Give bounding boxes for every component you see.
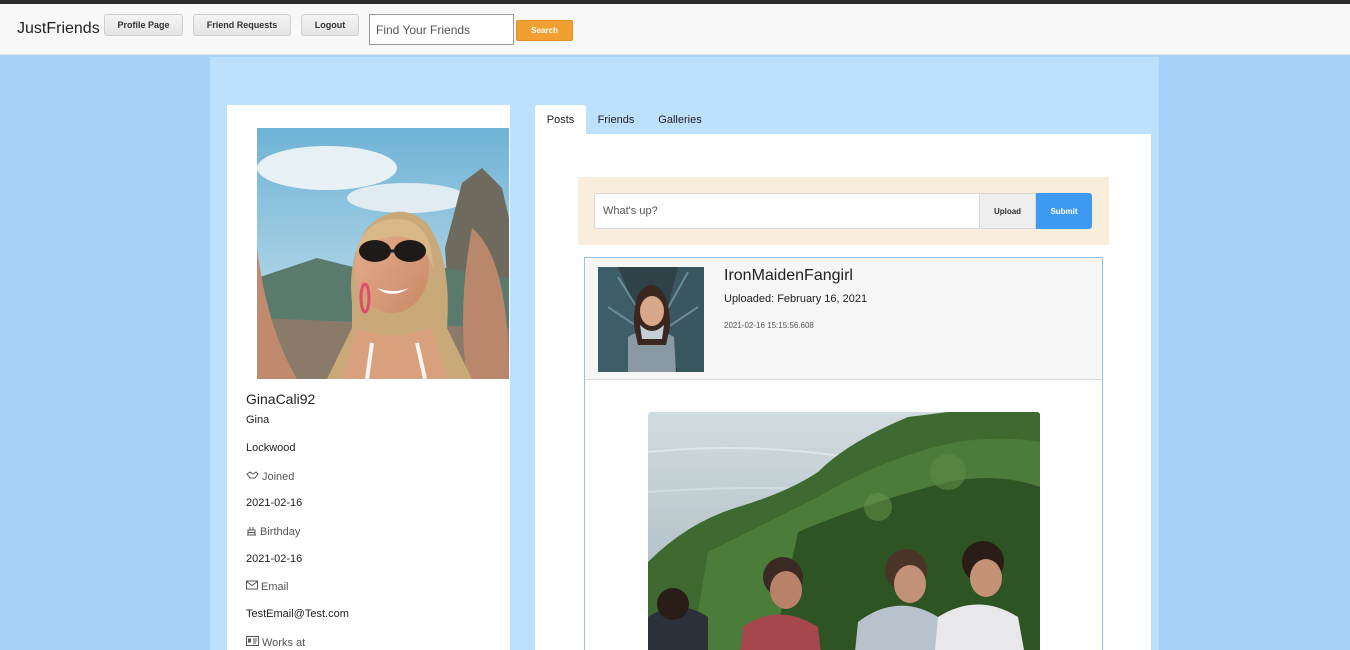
status-input[interactable] <box>594 193 979 229</box>
email-label-text: Email <box>261 580 289 593</box>
submit-button[interactable]: Submit <box>1036 193 1092 229</box>
email-label: Email <box>246 580 289 593</box>
post-header: IronMaidenFangirl Uploaded: February 16,… <box>585 258 1102 380</box>
tab-friends[interactable]: Friends <box>590 105 642 134</box>
works-at-label: Works at <box>246 636 305 649</box>
brand-logo[interactable]: JustFriends <box>17 20 100 38</box>
birthday-label: Birthday <box>246 525 300 539</box>
friend-requests-button[interactable]: Friend Requests <box>193 14 291 36</box>
profile-page-button[interactable]: Profile Page <box>104 14 183 36</box>
handshake-icon <box>246 470 259 483</box>
id-card-icon <box>246 636 259 649</box>
joined-label-text: Joined <box>262 470 295 483</box>
profile-photo <box>257 128 509 379</box>
profile-first-name: Gina <box>246 414 270 426</box>
works-at-label-text: Works at <box>262 636 306 649</box>
joined-label: Joined <box>246 470 294 483</box>
envelope-icon <box>246 580 258 593</box>
cake-icon <box>246 525 257 539</box>
post-author-avatar[interactable] <box>598 267 704 372</box>
logout-button[interactable]: Logout <box>301 14 359 36</box>
tab-posts[interactable]: Posts <box>535 105 586 134</box>
navbar: JustFriends Profile Page Friend Requests… <box>0 4 1350 55</box>
email-value: TestEmail@Test.com <box>246 608 349 620</box>
joined-value: 2021-02-16 <box>246 497 303 509</box>
birthday-value: 2021-02-16 <box>246 553 303 565</box>
birthday-label-text: Birthday <box>260 526 301 538</box>
upload-button[interactable]: Upload <box>979 193 1036 229</box>
profile-username: GinaCali92 <box>246 391 316 407</box>
post-image[interactable] <box>648 412 1040 650</box>
tab-galleries[interactable]: Galleries <box>651 105 709 134</box>
post-author-name[interactable]: IronMaidenFangirl <box>724 267 853 285</box>
post-timestamp: 2021-02-16 15:15:56.608 <box>724 321 814 330</box>
post-uploaded-date: Uploaded: February 16, 2021 <box>724 293 868 305</box>
profile-last-name: Lockwood <box>246 442 296 454</box>
search-button[interactable]: Search <box>516 20 573 41</box>
post-card: IronMaidenFangirl Uploaded: February 16,… <box>584 257 1103 650</box>
find-friends-input[interactable] <box>369 14 514 45</box>
